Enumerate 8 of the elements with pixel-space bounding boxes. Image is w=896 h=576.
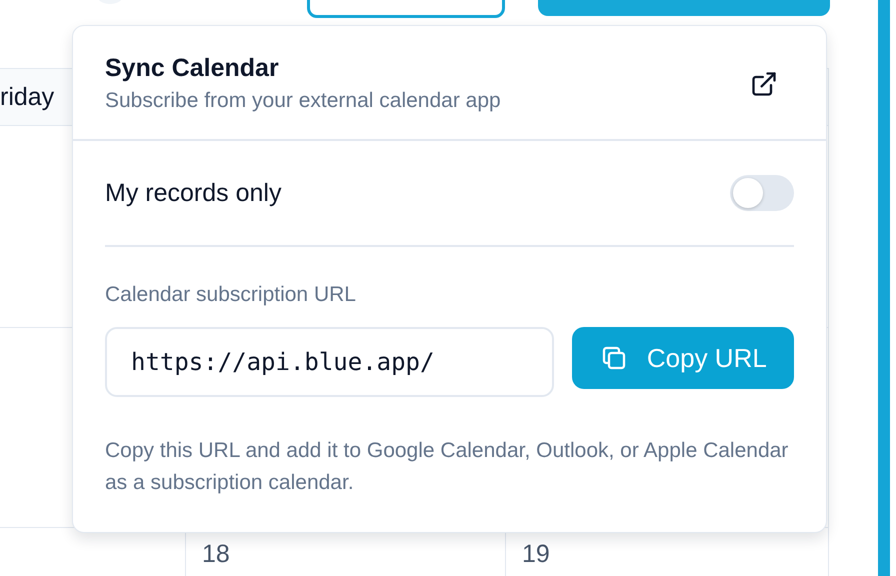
date-number: 19 [522, 540, 550, 569]
toggle-label: My records only [105, 178, 282, 208]
field-label: Calendar subscription URL [105, 283, 357, 307]
date-number: 18 [202, 540, 230, 569]
url-field[interactable]: https://api.blue.app/ [105, 327, 554, 397]
external-link-icon[interactable] [750, 70, 778, 98]
toggle-switch[interactable] [730, 175, 794, 211]
help-text: Copy this URL and add it to Google Calendar, Outlook, or Apple Calendar as a subscription calendar. [105, 438, 790, 496]
